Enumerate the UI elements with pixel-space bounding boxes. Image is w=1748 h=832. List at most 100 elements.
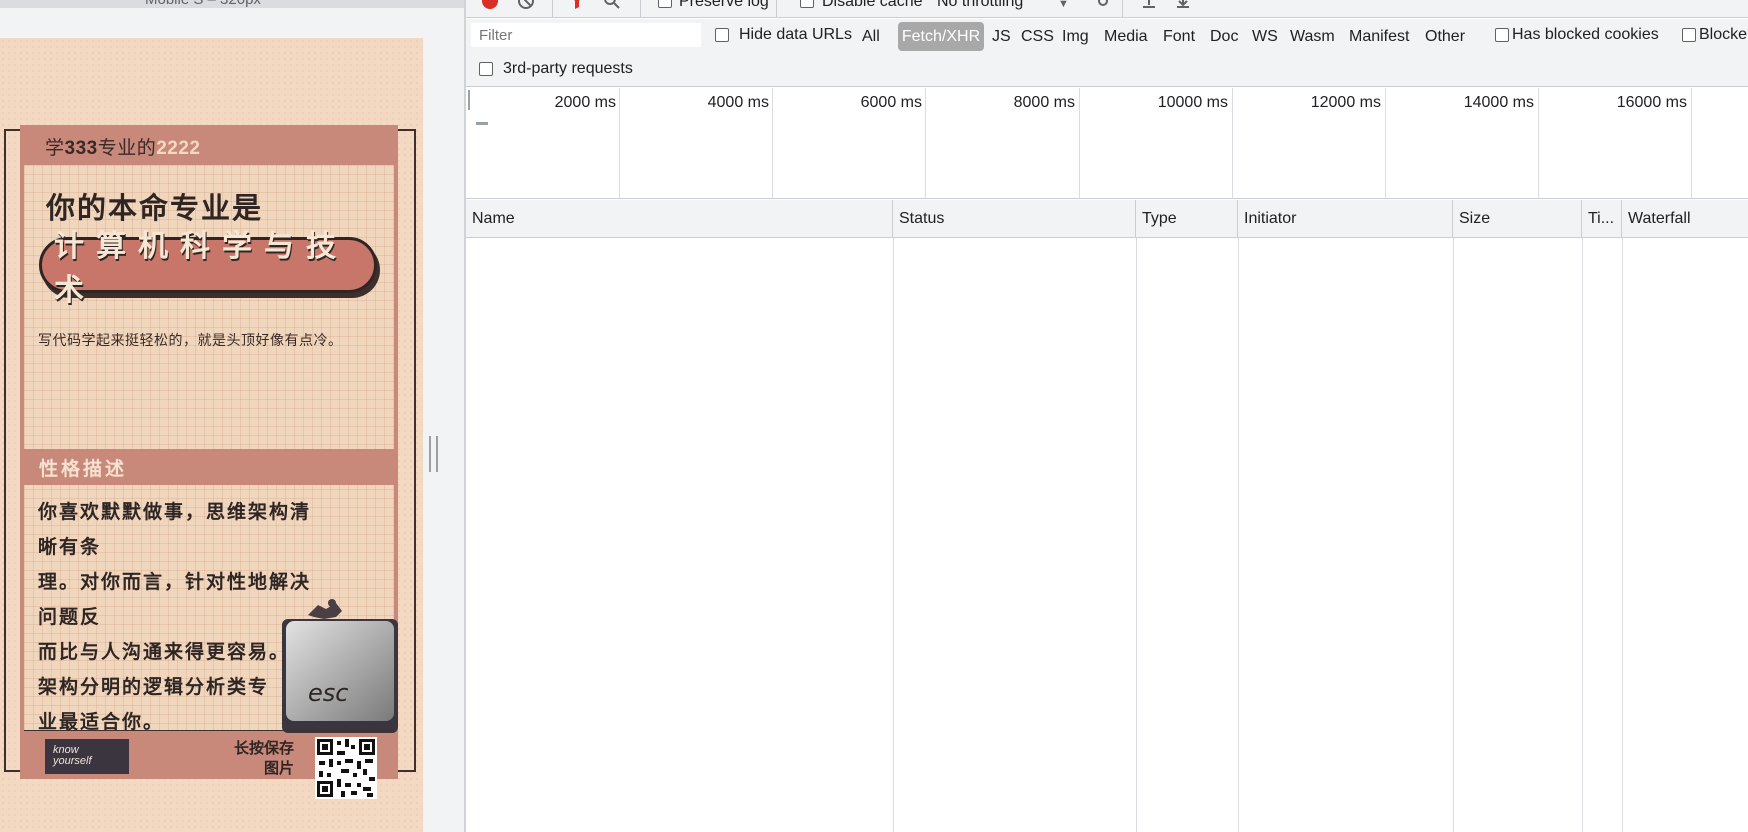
throttling-select[interactable]: No throttling <box>937 0 1023 11</box>
type-filter-fetch-xhr[interactable]: Fetch/XHR <box>898 22 984 51</box>
toolbar-separator <box>776 0 777 17</box>
type-filter-manifest[interactable]: Manifest <box>1349 28 1409 46</box>
column-header-time[interactable]: Ti... <box>1582 200 1622 238</box>
major-badge: 计算机科学与技术 <box>39 230 377 307</box>
viewport-resize-handle[interactable] <box>429 436 438 472</box>
timeline-tick-label: 12000 ms <box>1310 94 1381 111</box>
timeline-gridline <box>1385 88 1386 199</box>
toolbar-separator <box>552 0 553 17</box>
network-overview-timeline[interactable]: 2000 ms 4000 ms 6000 ms 8000 ms 10000 ms… <box>466 88 1748 199</box>
logo-line: yourself <box>53 755 92 767</box>
disable-cache-checkbox[interactable] <box>800 0 814 8</box>
timeline-gridline <box>1079 88 1080 199</box>
hide-data-urls-checkbox[interactable] <box>715 28 729 42</box>
preserve-log-label: Preserve log <box>679 0 769 10</box>
poster-header-num1: 333 <box>64 138 98 159</box>
column-divider <box>1582 238 1583 832</box>
esc-key-illustration: esc <box>282 599 398 733</box>
type-filter-doc[interactable]: Doc <box>1210 28 1238 46</box>
timeline-start-marker <box>468 90 470 110</box>
clear-icon[interactable] <box>517 0 535 10</box>
device-preview-panel: Mobile S – 320px 学333专业的2222 你的本命专业是 计算机… <box>0 0 464 832</box>
timeline-tick-label: 14000 ms <box>1463 94 1534 111</box>
filter-bar: Hide data URLs All Fetch/XHR JS CSS Img … <box>466 19 1748 87</box>
column-divider <box>1622 238 1623 832</box>
timeline-tick-label: 8000 ms <box>1013 94 1075 111</box>
timeline-gridline <box>925 88 926 199</box>
hide-data-urls-label: Hide data URLs <box>739 26 852 43</box>
toolbar-separator <box>640 0 641 17</box>
timeline-tick-label: 2000 ms <box>554 94 616 111</box>
device-toolbar: Mobile S – 320px <box>0 0 464 8</box>
devtools-network-panel: Preserve log Disable cache No throttling… <box>466 0 1748 832</box>
blocked-requests-label: Blocke <box>1699 26 1748 43</box>
column-divider <box>1136 238 1137 832</box>
column-divider <box>1453 238 1454 832</box>
column-divider <box>893 238 894 832</box>
import-har-icon[interactable] <box>1140 0 1158 10</box>
timeline-gridline <box>1691 88 1692 199</box>
type-filter-img[interactable]: Img <box>1062 28 1089 46</box>
record-icon[interactable] <box>481 0 499 10</box>
blocked-requests-checkbox[interactable] <box>1682 28 1696 42</box>
type-filter-all[interactable]: All <box>862 28 880 46</box>
qr-code[interactable] <box>315 737 377 799</box>
poster-header: 学333专业的2222 <box>45 133 201 160</box>
poster-header-num2: 2222 <box>156 138 201 159</box>
type-filter-font[interactable]: Font <box>1163 28 1195 46</box>
device-viewport: 学333专业的2222 你的本命专业是 计算机科学与技术 写代码学起来挺轻松的，… <box>0 38 423 832</box>
poster-footer: know yourself 长按保存 图片 <box>24 730 394 808</box>
network-toolbar: Preserve log Disable cache No throttling… <box>466 0 1748 18</box>
third-party-requests-label: 3rd-party requests <box>503 60 633 77</box>
timeline-gridline <box>619 88 620 199</box>
timeline-gridline <box>1232 88 1233 199</box>
toolbar-separator <box>1122 0 1123 17</box>
type-filter-media[interactable]: Media <box>1104 28 1148 46</box>
timeline-request-bar <box>476 122 488 125</box>
network-table-header: Name Status Type Initiator Size Ti... Wa… <box>466 200 1748 238</box>
column-header-name[interactable]: Name <box>466 200 893 238</box>
timeline-tick-label: 16000 ms <box>1616 94 1687 111</box>
disable-cache-label: Disable cache <box>822 0 923 10</box>
timeline-tick-label: 6000 ms <box>860 94 922 111</box>
column-header-initiator[interactable]: Initiator <box>1238 200 1453 238</box>
type-filter-ws[interactable]: WS <box>1252 28 1278 46</box>
timeline-tick-label: 4000 ms <box>707 94 769 111</box>
trait-section-title: 性格描述 <box>39 459 128 480</box>
know-yourself-logo: know yourself <box>45 739 129 774</box>
type-filter-css[interactable]: CSS <box>1021 28 1054 46</box>
poster-header-prefix: 学 <box>45 138 65 159</box>
has-blocked-cookies-checkbox[interactable] <box>1495 28 1509 42</box>
third-party-requests-checkbox[interactable] <box>479 62 493 76</box>
has-blocked-cookies-label: Has blocked cookies <box>1512 26 1659 43</box>
poster-body: 你的本命专业是 计算机科学与技术 写代码学起来挺轻松的，就是头顶好像有点冷。 性… <box>24 165 398 799</box>
device-dimensions-label[interactable]: Mobile S – 320px <box>145 0 261 8</box>
preserve-log-checkbox[interactable] <box>658 0 672 8</box>
column-header-type[interactable]: Type <box>1136 200 1238 238</box>
save-hint-line: 长按保存 <box>233 740 294 757</box>
filter-input[interactable] <box>471 23 701 47</box>
network-conditions-gear-icon[interactable] <box>1094 0 1112 10</box>
major-description: 写代码学起来挺轻松的，就是头顶好像有点冷。 <box>38 332 343 348</box>
chevron-down-icon[interactable]: ▼ <box>1058 0 1069 10</box>
type-filter-other[interactable]: Other <box>1425 28 1465 46</box>
major-name: 计算机科学与技术 <box>54 230 348 307</box>
result-poster[interactable]: 学333专业的2222 你的本命专业是 计算机科学与技术 写代码学起来挺轻松的，… <box>20 125 398 799</box>
filter-funnel-icon[interactable] <box>568 0 586 10</box>
column-header-waterfall[interactable]: Waterfall <box>1622 200 1748 238</box>
type-filter-wasm[interactable]: Wasm <box>1290 28 1335 46</box>
save-hint: 长按保存 图片 <box>224 739 294 779</box>
export-har-icon[interactable] <box>1174 0 1192 10</box>
esc-key-label: esc <box>308 679 348 707</box>
network-requests-table: Name Status Type Initiator Size Ti... Wa… <box>466 200 1748 832</box>
search-icon[interactable] <box>603 0 621 10</box>
timeline-gridline <box>1538 88 1539 199</box>
type-filter-js[interactable]: JS <box>992 28 1011 46</box>
trait-line: 你喜欢默默做事，思维架构清晰有条 <box>38 502 312 558</box>
column-header-size[interactable]: Size <box>1453 200 1582 238</box>
save-hint-line: 图片 <box>263 760 294 777</box>
timeline-gridline <box>772 88 773 199</box>
timeline-tick-label: 10000 ms <box>1157 94 1228 111</box>
trait-section-band: 性格描述 <box>24 449 394 485</box>
column-header-status[interactable]: Status <box>893 200 1136 238</box>
